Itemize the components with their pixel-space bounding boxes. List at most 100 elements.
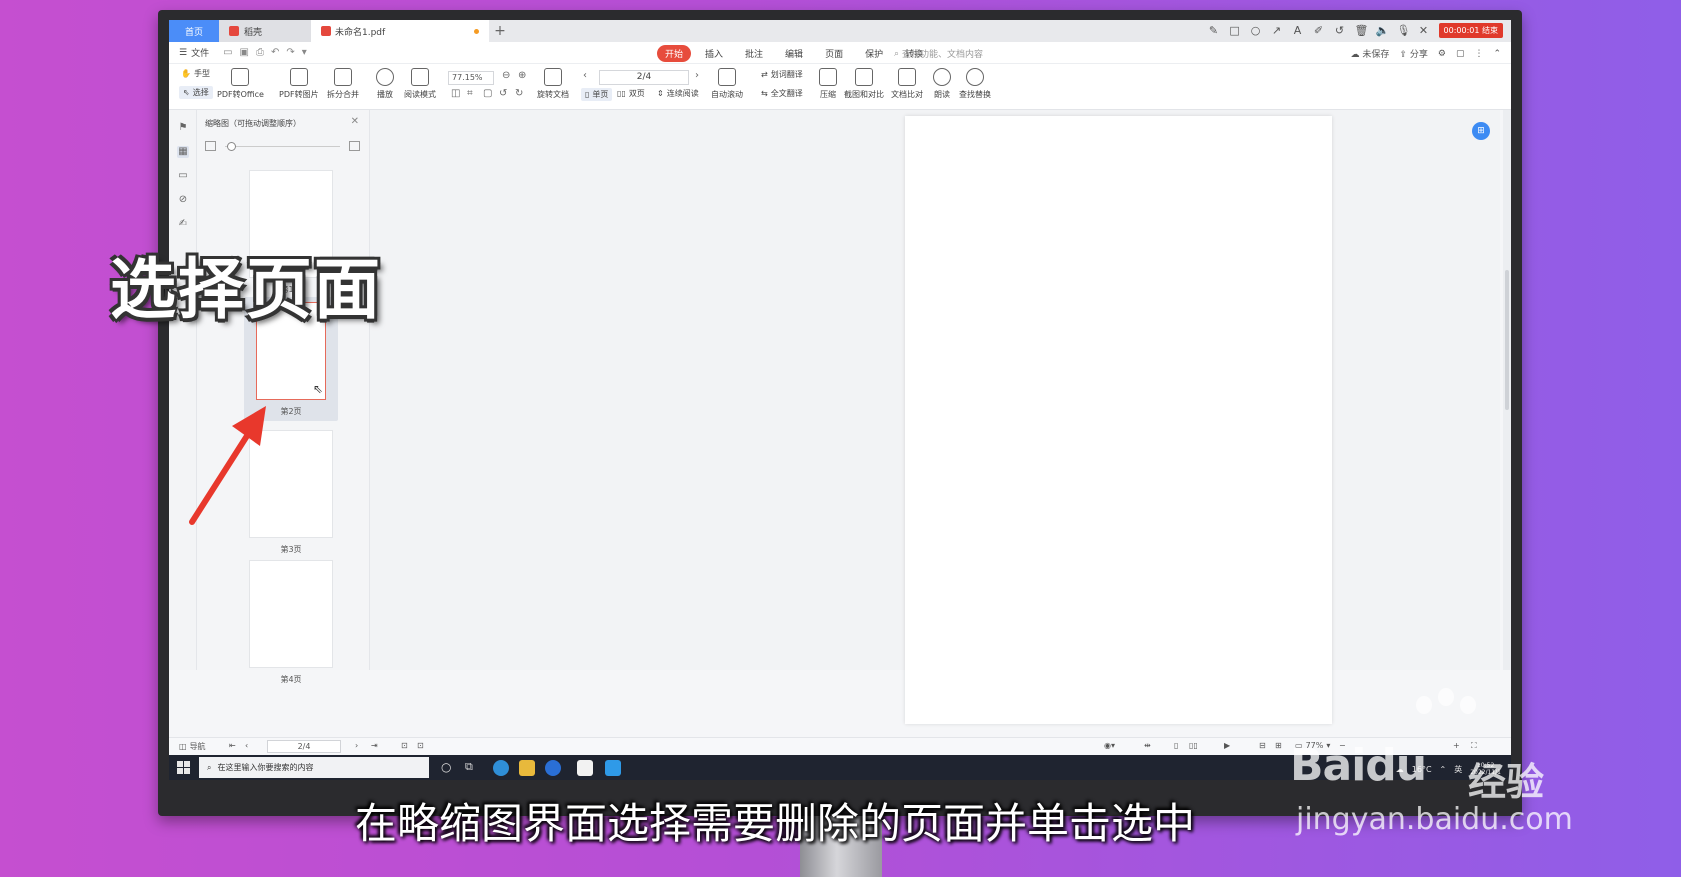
recording-timer-button[interactable]: 00:00:01 结束 (1438, 23, 1503, 38)
edge-browser-icon[interactable] (493, 760, 509, 776)
cortana-icon[interactable]: ○ (441, 760, 457, 776)
thumbnail-size-slider[interactable] (205, 141, 360, 153)
actual-size-icon[interactable]: ▢ (483, 88, 492, 99)
wps-app-icon[interactable] (577, 760, 593, 776)
fullscreen-icon[interactable]: ⛶ (1471, 741, 1477, 751)
highlighter-icon[interactable]: ✐ (1313, 24, 1325, 37)
tab-insert[interactable]: 插入 (697, 45, 731, 62)
nav-button[interactable]: ◫ 导航 (179, 741, 206, 752)
speaker-icon[interactable]: 🔈 (1376, 24, 1390, 37)
rotate-doc-button[interactable]: 旋转文档 (537, 68, 569, 100)
fit-width-icon[interactable]: ⌗ (467, 88, 473, 99)
document-area[interactable]: ⊞ (370, 110, 1500, 724)
taskbar-search-input[interactable]: ⌕ 在这里输入你要搜索的内容 (199, 757, 429, 778)
scrollbar-thumb[interactable] (1505, 270, 1509, 410)
pdf-to-office-button[interactable]: PDF转Office (217, 68, 264, 100)
chevron-down-icon[interactable]: ▾ (302, 47, 307, 58)
word-translate-button[interactable]: ⇄ 划词翻译 (761, 69, 803, 80)
tab-page[interactable]: 页面 (817, 45, 851, 62)
signature-icon[interactable]: ✍ (177, 218, 189, 230)
tab-docer[interactable]: 稻壳 (219, 20, 311, 42)
pen-icon[interactable]: ✎ (1208, 24, 1220, 37)
chevron-up-icon[interactable]: ⌃ (1440, 765, 1447, 774)
single-page-icon[interactable]: ▯ (1174, 741, 1178, 750)
collapse-icon[interactable]: ⌃ (1493, 49, 1501, 59)
bookmark-icon[interactable]: ⚑ (177, 122, 189, 134)
prev-page-icon[interactable]: ‹ (583, 70, 587, 81)
hand-tool-button[interactable]: ✋ 手型 (181, 68, 210, 79)
task-view-icon[interactable]: ⧉ (465, 760, 481, 776)
large-thumb-icon[interactable] (349, 141, 360, 151)
slider-handle[interactable] (227, 142, 236, 151)
next-page-icon[interactable]: › (695, 70, 699, 81)
actual-size-icon[interactable]: ⊞ (1275, 741, 1282, 750)
file-explorer-icon[interactable] (519, 760, 535, 776)
comment-icon[interactable]: ▭ (177, 170, 189, 182)
doc-compare-button[interactable]: 文档比对 (891, 68, 923, 100)
compress-button[interactable]: 压缩 (819, 68, 837, 100)
circle-icon[interactable]: ○ (1250, 24, 1262, 37)
unsaved-button[interactable]: ☁ 未保存 (1351, 47, 1390, 60)
undo-icon[interactable]: ↺ (1334, 24, 1346, 37)
page-number-input[interactable]: 2/4 (599, 70, 689, 85)
tab-edit[interactable]: 编辑 (777, 45, 811, 62)
play-icon[interactable]: ▶ (1224, 741, 1230, 750)
prev-page-icon[interactable]: ‹ (245, 741, 248, 750)
start-button[interactable] (177, 761, 190, 774)
read-aloud-button[interactable]: 朗读 (933, 68, 951, 100)
zoom-out-icon[interactable]: ⊖ (502, 70, 510, 81)
close-icon[interactable]: ✕ (351, 116, 359, 127)
tab-document[interactable]: 未命名1.pdf (311, 20, 489, 42)
ime-indicator[interactable]: 英 (1454, 764, 1462, 775)
print-icon[interactable]: ⎙ (256, 47, 264, 58)
split-merge-button[interactable]: 拆分合并 (327, 68, 359, 100)
zoom-select[interactable]: 77.15% (448, 71, 494, 85)
auto-scroll-button[interactable]: 自动滚动 (711, 68, 743, 100)
next-page-icon[interactable]: › (355, 741, 358, 750)
select-tool-button[interactable]: ⇖ 选择 (179, 86, 213, 99)
pdf-page[interactable] (905, 116, 1332, 724)
tab-start[interactable]: 开始 (657, 45, 692, 62)
back-icon[interactable]: ⊡ (401, 741, 408, 750)
rectangle-icon[interactable]: □ (1229, 24, 1241, 37)
app-icon[interactable] (605, 760, 621, 776)
single-page-button[interactable]: ▯ 单页 (581, 88, 613, 101)
settings-icon[interactable]: ⚙ (1438, 49, 1446, 59)
trash-icon[interactable]: 🗑 (1355, 24, 1369, 37)
eye-protect-icon[interactable]: ◉▾ (1104, 741, 1115, 750)
pdf-to-image-button[interactable]: PDF转图片 (279, 68, 319, 100)
add-tab-button[interactable]: + (489, 20, 511, 42)
screenshot-compare-button[interactable]: 截图和对比 (844, 68, 884, 100)
mic-icon[interactable]: 🎙 (1397, 24, 1411, 37)
redo-icon[interactable]: ↷ (286, 47, 294, 58)
play-button[interactable]: 播放 (376, 68, 394, 100)
zoom-in-icon[interactable]: ⊕ (518, 70, 526, 81)
open-icon[interactable]: ▭ (223, 47, 232, 58)
more-icon[interactable]: ⋮ (1474, 49, 1483, 59)
attachment-icon[interactable]: ⊘ (177, 194, 189, 206)
edge-icon[interactable] (545, 760, 561, 776)
comment-icon[interactable]: ▢ (1456, 49, 1465, 59)
fit-page-icon[interactable]: ◫ (451, 88, 460, 99)
undo-icon[interactable]: ↶ (271, 47, 279, 58)
continuous-read-button[interactable]: ⇕ 连续阅读 (657, 88, 699, 99)
small-thumb-icon[interactable] (205, 141, 216, 151)
search-input[interactable]: ⌕ 查找功能、文档内容 (894, 47, 983, 61)
find-replace-button[interactable]: 查找替换 (959, 68, 991, 100)
zoom-in-icon[interactable]: + (1453, 741, 1460, 750)
rotate-right-icon[interactable]: ↻ (515, 88, 523, 99)
fit-width-icon[interactable]: ⇹ (1144, 741, 1151, 750)
tab-comment[interactable]: 批注 (737, 45, 771, 62)
read-mode-button[interactable]: 阅读模式 (404, 68, 436, 100)
tab-home[interactable]: 首页 (169, 20, 219, 42)
tab-protect[interactable]: 保护 (857, 45, 891, 62)
last-page-icon[interactable]: ⇥ (371, 741, 378, 750)
thumbnail-page-4[interactable]: 第4页 (249, 560, 333, 685)
status-page-input[interactable]: 2/4 (267, 740, 341, 753)
save-icon[interactable]: ▣ (240, 47, 249, 58)
arrow-icon[interactable]: ↗ (1271, 24, 1283, 37)
rotate-left-icon[interactable]: ↺ (499, 88, 507, 99)
forward-icon[interactable]: ⊡ (417, 741, 424, 750)
full-translate-button[interactable]: ⇆ 全文翻译 (761, 88, 803, 99)
vertical-scrollbar[interactable] (1503, 110, 1511, 670)
